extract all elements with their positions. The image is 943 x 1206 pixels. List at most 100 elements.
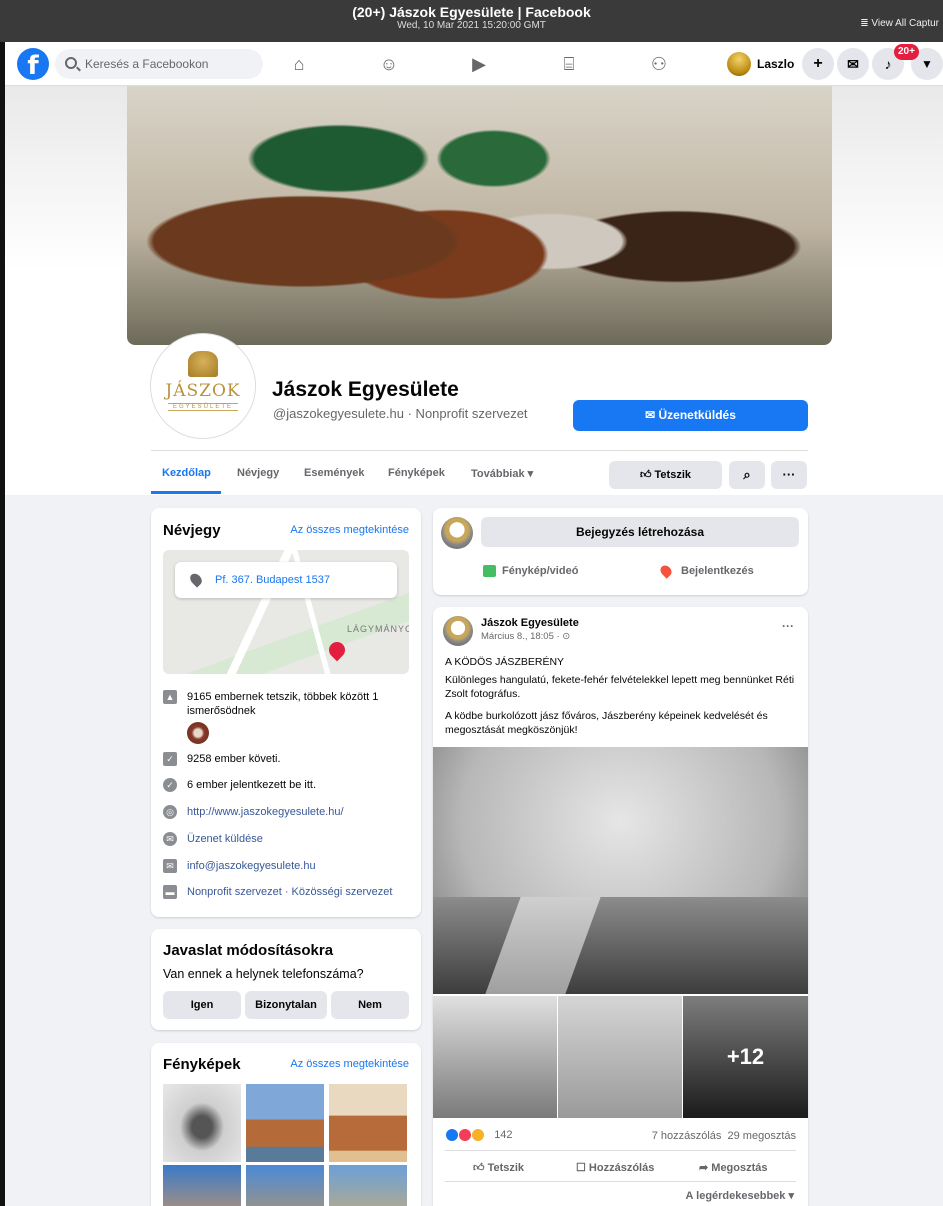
- pin-icon: [187, 571, 205, 588]
- post-timestamp[interactable]: Március 8., 18:05 · ⊙: [481, 631, 570, 642]
- website-row: ◎ http://www.jaszokegyesulete.hu/: [163, 805, 344, 819]
- tab-photos[interactable]: Fényképek: [388, 467, 445, 479]
- suggest-question: Van ennek a helynek telefonszáma?: [163, 967, 364, 981]
- unsure-button[interactable]: Bizonytalan: [245, 991, 327, 1019]
- page-avatar[interactable]: JÁSZOK EGYESÜLETE: [151, 334, 255, 438]
- tab-about[interactable]: Névjegy: [237, 467, 279, 479]
- create-button[interactable]: +: [802, 48, 834, 80]
- search-page-button[interactable]: ⌕: [729, 461, 765, 489]
- photo-thumbnail[interactable]: [246, 1165, 324, 1206]
- love-reaction-icon: [458, 1128, 473, 1142]
- photo-icon: [483, 565, 496, 578]
- like-reaction-icon: [445, 1128, 459, 1142]
- post-photo-main[interactable]: [433, 747, 808, 994]
- map-area-label: LÁGYMÁNYO: [347, 624, 409, 634]
- capture-titlebar: (20+) Jászok Egyesülete | Facebook Wed, …: [0, 0, 943, 42]
- photo-thumbnail[interactable]: [329, 1084, 407, 1162]
- wow-reaction-icon: [471, 1128, 486, 1142]
- email-link[interactable]: info@jaszokegyesulete.hu: [187, 860, 316, 872]
- post-menu-button[interactable]: ···: [782, 619, 794, 633]
- photos-title: Fényképek: [163, 1056, 241, 1073]
- cover-photo[interactable]: [127, 86, 832, 345]
- photo-thumbnail[interactable]: [163, 1165, 241, 1206]
- search-input[interactable]: Keresés a Facebookon: [55, 49, 263, 79]
- tab-more[interactable]: Továbbiak ▾: [471, 467, 533, 480]
- share-button[interactable]: ➦ Megosztás: [699, 1161, 768, 1174]
- likes-row: ▲ 9165 embernek tetszik, többek között 1…: [163, 690, 403, 744]
- thumbs-up-icon: ▲: [163, 690, 177, 704]
- yes-button[interactable]: Igen: [163, 991, 241, 1019]
- location-icon: [658, 563, 674, 579]
- photo-thumbnail[interactable]: [163, 1084, 241, 1162]
- photo-video-button[interactable]: Fénykép/videó: [483, 565, 578, 578]
- tab-home[interactable]: Kezdőlap: [162, 467, 211, 479]
- thumbs-up-icon: 👍︎: [473, 1162, 488, 1174]
- website-link[interactable]: http://www.jaszokegyesulete.hu/: [187, 806, 344, 818]
- about-card: Névjegy Az összes megtekintése Pf. 367. …: [151, 508, 421, 917]
- photos-see-all-link[interactable]: Az összes megtekintése: [290, 1058, 409, 1070]
- post-photo[interactable]: [558, 996, 682, 1118]
- watch-icon[interactable]: ▶: [466, 52, 492, 76]
- address-box[interactable]: Pf. 367. Budapest 1537: [175, 562, 397, 598]
- friends-icon[interactable]: ☺: [376, 52, 402, 76]
- comment-sort-dropdown[interactable]: A legérdekesebbek ▾: [686, 1189, 794, 1202]
- like-post-button[interactable]: 👍︎ Tetszik: [473, 1161, 524, 1174]
- email-row: ✉ info@jaszokegyesulete.hu: [163, 859, 316, 873]
- avatar[interactable]: [441, 517, 473, 549]
- avatar: [727, 52, 751, 76]
- category-row: ▬ Nonprofit szervezet · Közösségi szerve…: [163, 885, 392, 899]
- post-card: Jászok Egyesülete Március 8., 18:05 · ⊙ …: [433, 607, 808, 1206]
- marketplace-icon[interactable]: ⌸: [556, 52, 582, 76]
- comment-button[interactable]: ☐ Hozzászólás: [576, 1161, 654, 1174]
- location-map[interactable]: Pf. 367. Budapest 1537 LÁGYMÁNYO: [163, 550, 409, 674]
- profile-shortcut[interactable]: Laszlo: [725, 50, 794, 78]
- category-link[interactable]: Nonprofit szervezet · Közösségi szerveze…: [187, 886, 392, 898]
- active-tab-indicator: [151, 491, 221, 494]
- mail-icon: ✉: [163, 859, 177, 873]
- create-post-button[interactable]: Bejegyzés létrehozása: [481, 517, 799, 547]
- photo-thumbnail[interactable]: [246, 1084, 324, 1162]
- checkin-icon: ✓: [163, 778, 177, 792]
- post-photo[interactable]: [433, 996, 557, 1118]
- page-title: Jászok Egyesülete: [272, 378, 459, 401]
- photos-card: Fényképek Az összes megtekintése: [151, 1043, 421, 1206]
- avatar[interactable]: [443, 616, 473, 646]
- likes-text: 9165 embernek tetszik, többek között 1 i…: [187, 691, 379, 717]
- messenger-icon[interactable]: ✉: [837, 48, 869, 80]
- reactions-summary[interactable]: 142: [445, 1128, 513, 1142]
- about-see-all-link[interactable]: Az összes megtekintése: [290, 524, 409, 536]
- more-options-button[interactable]: ···: [771, 461, 807, 489]
- like-page-button[interactable]: 👍︎ Tetszik: [609, 461, 722, 489]
- logo-subtext: EGYESÜLETE: [168, 403, 238, 411]
- messenger-icon: ✉: [645, 408, 659, 422]
- home-icon[interactable]: ⌂: [286, 52, 312, 76]
- tab-events[interactable]: Események: [304, 467, 365, 479]
- send-message-button[interactable]: ✉ Üzenetküldés: [573, 400, 808, 431]
- more-photos-overlay[interactable]: +12: [683, 996, 808, 1118]
- post-paragraph: Különleges hangulatú, fekete-fehér felvé…: [445, 674, 795, 700]
- category-icon: ▬: [163, 885, 177, 899]
- checkin-button[interactable]: Bejelentkezés: [658, 563, 754, 579]
- photo-thumbnail[interactable]: [329, 1165, 407, 1206]
- comment-icon: ☐: [576, 1162, 589, 1174]
- thumbs-up-icon: 👍︎: [639, 469, 655, 481]
- globe-icon: ◎: [163, 805, 177, 819]
- post-paragraph: A ködbe burkolózott jász főváros, Jászbe…: [445, 710, 768, 736]
- send-message-link[interactable]: Üzenet küldése: [187, 833, 263, 845]
- post-author[interactable]: Jászok Egyesülete: [481, 617, 579, 629]
- view-all-captures-link[interactable]: ≣ View All Captur: [860, 18, 939, 29]
- no-button[interactable]: Nem: [331, 991, 409, 1019]
- comments-shares-count[interactable]: 7 hozzászólás 29 megosztás: [652, 1130, 796, 1142]
- suggest-title: Javaslat módosításokra: [163, 942, 334, 959]
- about-title: Névjegy: [163, 522, 221, 539]
- divider: [445, 1150, 796, 1151]
- user-name: Laszlo: [757, 57, 795, 71]
- checkins-row: ✓ 6 ember jelentkezett be itt.: [163, 778, 316, 792]
- friend-avatar[interactable]: [187, 722, 209, 744]
- reactions-count: 142: [494, 1128, 513, 1141]
- facebook-logo-icon[interactable]: f: [17, 48, 49, 80]
- messenger-icon: ✉: [163, 832, 177, 846]
- divider: [151, 450, 808, 451]
- groups-icon[interactable]: ⚇: [646, 52, 672, 76]
- capture-title: (20+) Jászok Egyesülete | Facebook: [352, 4, 591, 20]
